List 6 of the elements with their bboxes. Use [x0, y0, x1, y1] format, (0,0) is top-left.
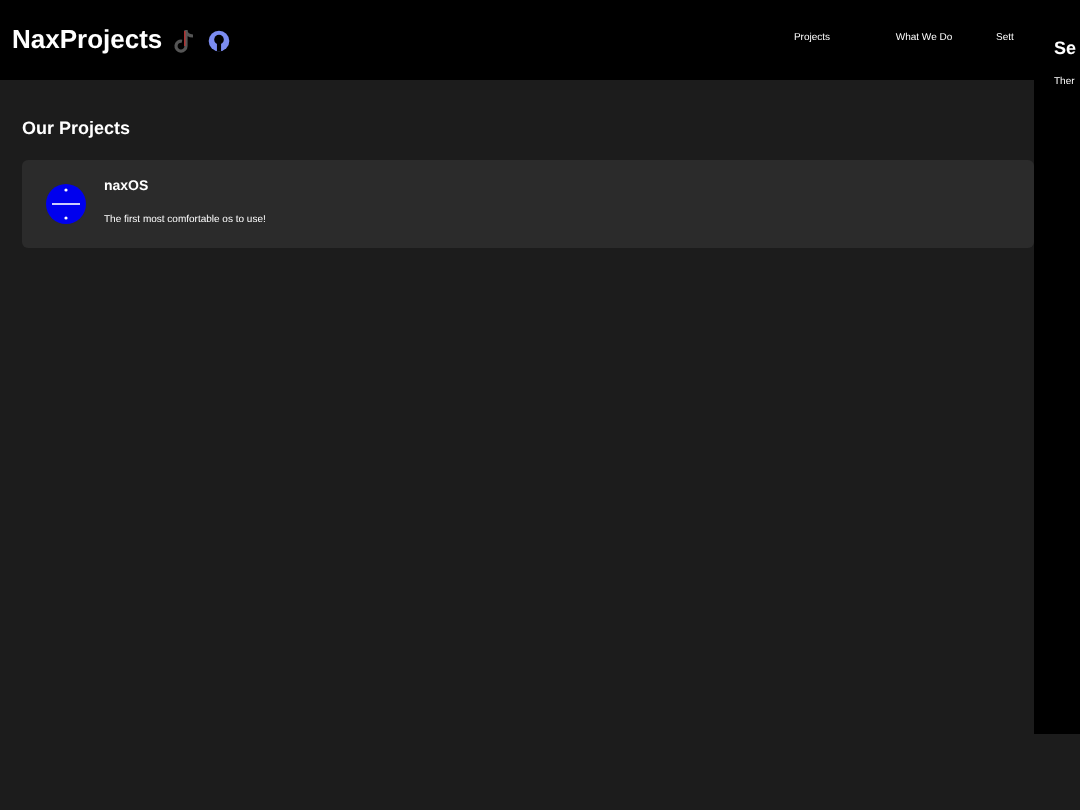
github-icon[interactable]	[208, 29, 231, 51]
section-heading: Our Projects	[22, 116, 133, 142]
site-title: NaxProjects	[12, 22, 163, 59]
project-logo-icon	[46, 183, 86, 223]
music-note-icon[interactable]	[174, 27, 197, 53]
panel-title: Se	[1054, 36, 1079, 62]
